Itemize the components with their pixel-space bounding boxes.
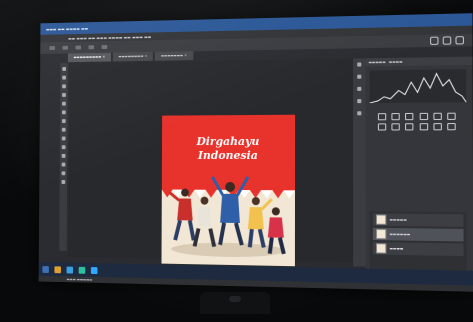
adjustment-icon[interactable] — [405, 123, 414, 131]
shape-tool-icon[interactable] — [61, 162, 66, 167]
brush-tool-icon[interactable] — [61, 110, 66, 115]
collapsed-panel-strip — [353, 58, 366, 267]
hand-tool-icon[interactable] — [61, 171, 66, 176]
adjustments-panel — [370, 108, 467, 154]
gradient-tool-icon[interactable] — [61, 136, 66, 141]
zoom-tool-icon[interactable] — [61, 180, 66, 184]
layer-row[interactable]: ▬▬▬▬▬▬ — [372, 227, 464, 242]
eyedropper-tool-icon[interactable] — [62, 101, 66, 106]
menu-blur: ▬▬ ▬▬▬ ▬▬ ▬▬▬ ▬▬▬▬ ▬▬ ▬▬▬ ▬▬ — [68, 33, 152, 41]
history-icon[interactable] — [357, 62, 362, 67]
stamp-tool-icon[interactable] — [61, 119, 66, 124]
option-control[interactable] — [88, 45, 95, 50]
adjustment-icon[interactable] — [446, 112, 456, 120]
paragraph-icon[interactable] — [357, 99, 362, 104]
adjustment-icon[interactable] — [405, 112, 414, 121]
document-tab[interactable]: ▬▬▬▬▬▬▬▬ × — [112, 51, 154, 62]
crop-tool-icon[interactable] — [62, 93, 66, 97]
tools-panel — [59, 63, 68, 251]
adjustment-icon[interactable] — [433, 112, 442, 121]
option-control[interactable] — [49, 46, 56, 50]
share-icon[interactable] — [455, 36, 464, 45]
pen-tool-icon[interactable] — [61, 145, 66, 150]
properties-icon[interactable] — [357, 74, 362, 79]
right-panels: ▬▬▬▬▬ ▬▬▬▬ ▬▬▬▬▬ ▬▬▬▬▬▬ ▬▬▬▬ — [365, 56, 473, 286]
photoshop-icon[interactable] — [90, 266, 98, 274]
lasso-tool-icon[interactable] — [62, 84, 66, 89]
adjustment-icon[interactable] — [447, 123, 456, 131]
browser-icon[interactable] — [66, 266, 74, 274]
monitor-photo: ▬▬▬ ▬▬ ▬▬▬▬ ▬▬ ▬▬ ▬▬▬ ▬▬ ▬▬▬ ▬▬▬▬ ▬▬ ▬▬▬… — [0, 0, 473, 322]
panel-tab-blur[interactable]: ▬▬▬▬ — [389, 60, 403, 64]
layer-row[interactable]: ▬▬▬▬▬ — [372, 213, 464, 227]
eraser-tool-icon[interactable] — [61, 127, 66, 132]
workspace-icon[interactable] — [442, 36, 452, 45]
artwork-title-line1: Dirgahayu — [196, 134, 260, 149]
option-control[interactable] — [101, 45, 108, 50]
layer-row[interactable]: ▬▬▬▬ — [372, 242, 464, 257]
start-icon[interactable] — [42, 265, 49, 273]
app-icon[interactable] — [78, 266, 86, 274]
adjustment-icon[interactable] — [433, 123, 442, 131]
adjustment-icon[interactable] — [419, 123, 428, 131]
options-bar-right-icons — [430, 36, 464, 45]
histogram-graph — [369, 69, 467, 104]
document-tab[interactable]: ▬▬▬▬▬▬▬▬▬ × — [67, 52, 111, 63]
artwork-title-line2: Indonesia — [197, 148, 258, 163]
histogram-panel-tabs: ▬▬▬▬▬ ▬▬▬▬ — [365, 56, 473, 67]
artwork-canvas[interactable]: Dirgahayu Indonesia — [161, 114, 296, 267]
folder-icon[interactable] — [54, 265, 61, 273]
celebrating-people-illustration — [161, 163, 295, 266]
brush-settings-icon[interactable] — [357, 86, 362, 91]
marquee-tool-icon[interactable] — [62, 75, 66, 80]
search-icon[interactable] — [430, 36, 439, 45]
option-control[interactable] — [62, 45, 69, 50]
option-control[interactable] — [75, 45, 82, 50]
text-tool-icon[interactable] — [61, 153, 66, 158]
panel-tab-blur[interactable]: ▬▬▬▬▬ — [369, 60, 386, 64]
monitor-screen: ▬▬▬ ▬▬ ▬▬▬▬ ▬▬ ▬▬ ▬▬▬ ▬▬ ▬▬▬ ▬▬▬▬ ▬▬ ▬▬▬… — [38, 13, 473, 292]
status-blur: ▬▬▬ ▬▬▬▬▬ — [66, 277, 93, 282]
adjustment-icon[interactable] — [419, 112, 428, 121]
adjustment-icon[interactable] — [377, 113, 387, 121]
monitor-logo — [229, 296, 241, 302]
document-tab[interactable]: ▬▬▬▬▬▬▬ × — [155, 51, 193, 61]
adjustment-icon[interactable] — [391, 123, 400, 131]
move-tool-icon[interactable] — [62, 67, 67, 71]
canvas-workspace[interactable]: Dirgahayu Indonesia — [68, 58, 354, 267]
info-icon[interactable] — [357, 111, 362, 116]
window-title-blur: ▬▬▬ ▬▬ ▬▬▬▬ ▬▬ — [45, 25, 89, 32]
adjustment-icon[interactable] — [391, 113, 400, 121]
adjustment-icon[interactable] — [377, 123, 387, 131]
